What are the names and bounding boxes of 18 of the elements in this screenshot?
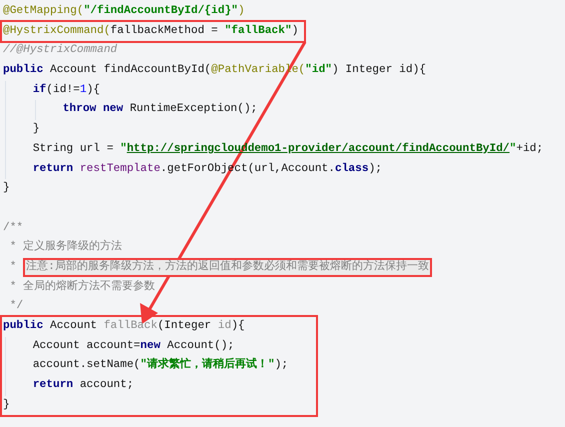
- code-line: /**: [3, 220, 24, 236]
- code-line: * 全局的熔断方法不需要参数: [8, 278, 156, 295]
- code-line: }: [3, 180, 11, 196]
- code-line: account.setName("请求繁忙，请稍后再试！");: [32, 356, 288, 374]
- code-line: throw new RuntimeException();: [62, 102, 258, 118]
- code-line: @HystrixCommand(fallbackMethod = "fallBack"): [3, 24, 298, 39]
- code-line: return account;: [32, 378, 135, 394]
- code-line: //@HystrixCommand: [3, 42, 118, 58]
- highlighted-comment: 注意:局部的服务降级方法，方法的返回值和参数必须和需要被熔断的方法保持一致: [23, 258, 432, 277]
- code-line: }: [32, 122, 41, 138]
- code-line: * 定义服务降级的方法: [8, 238, 124, 256]
- code-line: */: [8, 298, 24, 314]
- code-text: *: [8, 260, 18, 275]
- code-line: @GetMapping("/findAccountById/{id}"): [3, 4, 246, 19]
- code-line: }: [3, 398, 11, 413]
- code-line: Account account=new Account();: [32, 338, 236, 354]
- code-line: public Account fallBack(Integer id){: [3, 318, 246, 334]
- code-line: if(id!=1){: [32, 82, 102, 98]
